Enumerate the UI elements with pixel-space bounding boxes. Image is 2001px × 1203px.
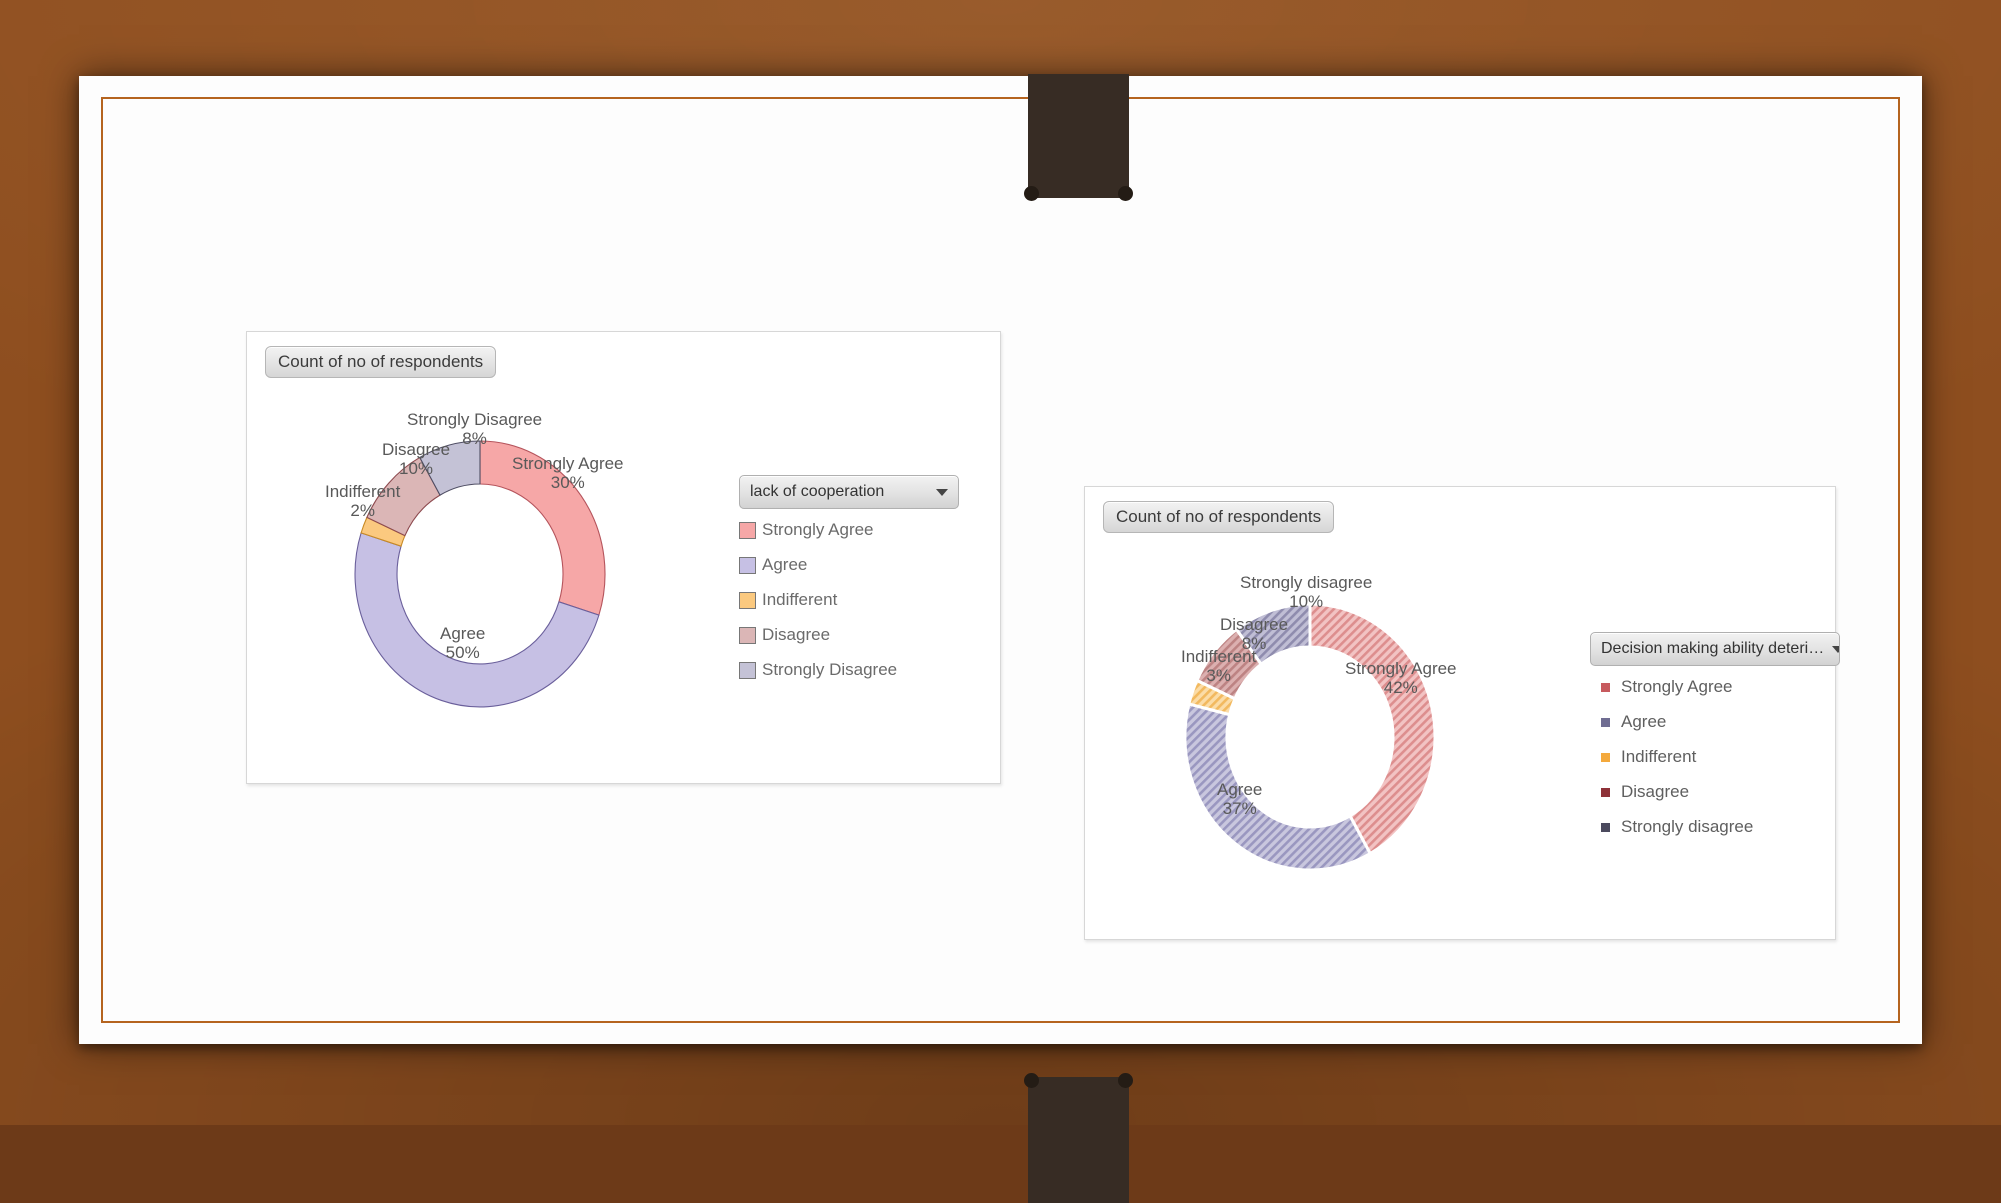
strap-foot-left <box>1024 1073 1039 1088</box>
filter-dropdown-right[interactable]: Decision making ability deteri… <box>1590 632 1840 666</box>
legend-item-label: Strongly Agree <box>762 520 874 539</box>
doughnut-svg-left <box>354 440 606 708</box>
chevron-down-icon <box>1832 645 1839 653</box>
legend-item[interactable]: Strongly Agree <box>1590 676 1840 698</box>
strap-foot-left <box>1024 186 1039 201</box>
strap-foot-right <box>1118 186 1133 201</box>
legend-item-label: Agree <box>762 555 808 574</box>
legend-item[interactable]: Disagree <box>739 624 959 646</box>
legend-swatch-icon <box>1601 787 1610 797</box>
legend-item[interactable]: Disagree <box>1590 781 1840 803</box>
filter-dropdown-label-right: Decision making ability deteri… <box>1601 640 1825 657</box>
pie-slice[interactable] <box>1308 602 1437 856</box>
doughnut-slices-left <box>354 440 606 708</box>
filter-dropdown-left[interactable]: lack of cooperation <box>739 475 959 509</box>
legend-item-list-left: Strongly Agree Agree Indifferent Disagree St… <box>739 519 959 681</box>
legend-swatch-icon <box>739 521 756 539</box>
pie-slice[interactable] <box>1183 702 1373 872</box>
chart-header-label-right: Count of no of respondents <box>1116 507 1322 526</box>
chart-legend-left: lack of cooperation Strongly Agree Agree I… <box>739 475 959 694</box>
legend-item-label: Strongly Disagree <box>762 660 898 679</box>
chart-panel-left[interactable]: Count of no of respondents Strongly Disa… <box>246 331 1001 784</box>
doughnut-slices-right <box>1183 602 1437 872</box>
legend-swatch-icon <box>1601 752 1610 762</box>
legend-item-list-right: Strongly Agree Agree Indifferent Disagree St… <box>1590 676 1840 838</box>
legend-item-label: Indifferent <box>762 590 838 609</box>
chart-header-label-left: Count of no of respondents <box>278 352 484 371</box>
legend-item-label: Agree <box>1621 712 1667 731</box>
legend-swatch-icon <box>739 626 756 644</box>
doughnut-svg-right <box>1183 602 1437 872</box>
legend-swatch-icon <box>1601 682 1610 692</box>
legend-item[interactable]: Indifferent <box>1590 746 1840 768</box>
legend-swatch-icon <box>1601 822 1610 832</box>
legend-item-label: Strongly Agree <box>1621 677 1733 696</box>
chart-header-pill-right[interactable]: Count of no of respondents <box>1103 501 1335 533</box>
binder-strap-top <box>1024 74 1133 201</box>
legend-item[interactable]: Strongly disagree <box>1590 816 1840 838</box>
legend-item-label: Indifferent <box>1621 747 1697 766</box>
slide-page: Count of no of respondents Strongly Disa… <box>79 74 1922 1203</box>
legend-swatch-icon <box>739 556 756 574</box>
legend-item[interactable]: Agree <box>1590 711 1840 733</box>
legend-swatch-icon <box>739 591 756 609</box>
chart-legend-right: Decision making ability deteri… Strongly… <box>1590 632 1840 851</box>
legend-item-label: Disagree <box>762 625 831 644</box>
legend-item[interactable]: Agree <box>739 554 959 576</box>
legend-swatch-icon <box>1601 717 1610 727</box>
binder-strap-bottom <box>1024 1073 1133 1203</box>
legend-item-label: Strongly disagree <box>1621 817 1754 836</box>
doughnut-chart-right: Strongly disagree 10% Disagree 8% Indiff… <box>1145 567 1475 907</box>
legend-item[interactable]: Strongly Disagree <box>739 659 959 681</box>
doughnut-chart-left: Strongly Disagree 8% Disagree 10% Indiff… <box>315 404 645 744</box>
strap-foot-right <box>1118 1073 1133 1088</box>
chevron-down-icon <box>936 488 948 496</box>
pie-slice[interactable] <box>479 440 606 616</box>
filter-dropdown-label-left: lack of cooperation <box>750 483 885 500</box>
legend-item-label: Disagree <box>1621 782 1690 801</box>
chart-header-pill-left[interactable]: Count of no of respondents <box>265 346 497 378</box>
legend-item[interactable]: Strongly Agree <box>739 519 959 541</box>
legend-item[interactable]: Indifferent <box>739 589 959 611</box>
legend-swatch-icon <box>739 661 756 679</box>
chart-panel-right[interactable]: Count of no of respondents Strongly disa… <box>1084 486 1840 940</box>
